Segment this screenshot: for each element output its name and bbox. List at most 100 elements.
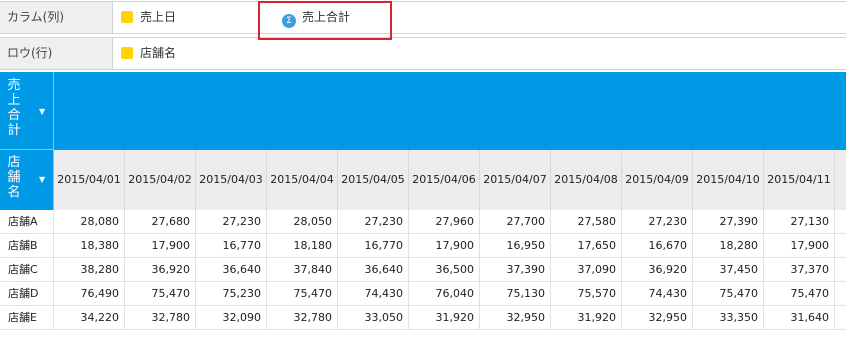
measure-header-label: 売上合計 — [7, 78, 21, 138]
value-cell: 37,370 — [764, 258, 835, 281]
value-cell: 27,680 — [125, 210, 196, 233]
value-cell: 27,390 — [693, 210, 764, 233]
value-cell: 28,050 — [267, 210, 338, 233]
value-cell: 27,580 — [551, 210, 622, 233]
cross-table: 売上合計 ▼ 店舗名 ▼ 2015/04/01 2015/04/02 2015/… — [0, 72, 846, 349]
value-cell: 17,900 — [125, 234, 196, 257]
table-row: 店舗B 18,380 17,900 16,770 18,180 16,770 1… — [0, 234, 846, 258]
value-cell: 32,780 — [267, 306, 338, 329]
measure-header[interactable]: 売上合計 ▼ — [0, 72, 54, 150]
date-header[interactable]: 2015/04/08 — [551, 150, 622, 210]
table-row: 店舗C 38,280 36,920 36,640 37,840 36,640 3… — [0, 258, 846, 282]
date-header[interactable]: 2015/04/09 — [622, 150, 693, 210]
value-cell: 18,180 — [267, 234, 338, 257]
value-cell: 28,080 — [54, 210, 125, 233]
row-header[interactable]: 店舗名 ▼ — [0, 150, 54, 210]
value-cell-partial — [835, 210, 846, 233]
value-cell: 34,220 — [54, 306, 125, 329]
date-header-row: 2015/04/01 2015/04/02 2015/04/03 2015/04… — [54, 150, 846, 210]
dimension-icon — [121, 47, 133, 59]
value-cell: 27,230 — [196, 210, 267, 233]
chevron-down-icon[interactable]: ▼ — [39, 107, 45, 116]
chevron-down-icon[interactable]: ▼ — [39, 175, 45, 184]
store-name-cell: 店舗A — [0, 210, 54, 233]
value-cell: 37,390 — [480, 258, 551, 281]
date-header[interactable]: 2015/04/06 — [409, 150, 480, 210]
value-cell: 75,230 — [196, 282, 267, 305]
store-name-cell: 店舗C — [0, 258, 54, 281]
value-cell: 33,350 — [693, 306, 764, 329]
value-cell: 75,470 — [125, 282, 196, 305]
table-row: 店舗A 28,080 27,680 27,230 28,050 27,230 2… — [0, 210, 846, 234]
value-cell: 37,840 — [267, 258, 338, 281]
value-cell: 37,090 — [551, 258, 622, 281]
value-cell: 33,050 — [338, 306, 409, 329]
value-cell: 32,090 — [196, 306, 267, 329]
value-cell-partial — [835, 282, 846, 305]
value-cell: 36,920 — [622, 258, 693, 281]
value-cell: 75,570 — [551, 282, 622, 305]
table-row: 店舗D 76,490 75,470 75,230 75,470 74,430 7… — [0, 282, 846, 306]
value-cell: 36,640 — [196, 258, 267, 281]
value-cell: 75,470 — [267, 282, 338, 305]
value-cell: 38,280 — [54, 258, 125, 281]
value-cell: 16,770 — [338, 234, 409, 257]
value-cell: 27,130 — [764, 210, 835, 233]
value-cell: 31,640 — [764, 306, 835, 329]
value-cell: 16,950 — [480, 234, 551, 257]
date-header[interactable]: 2015/04/04 — [267, 150, 338, 210]
value-cell-partial — [835, 234, 846, 257]
pill-sales-date-label: 売上日 — [140, 10, 177, 24]
value-cell: 18,380 — [54, 234, 125, 257]
date-header[interactable]: 2015/04/05 — [338, 150, 409, 210]
value-cell: 27,700 — [480, 210, 551, 233]
store-name-cell: 店舗B — [0, 234, 54, 257]
value-cell: 16,770 — [196, 234, 267, 257]
value-cell-partial — [835, 306, 846, 329]
row-shelf-label: ロウ(行) — [0, 38, 113, 69]
pill-store-name-label: 店舗名 — [140, 46, 177, 60]
column-shelf: カラム(列) 売上日 Σ 売上合計 — [0, 1, 846, 34]
store-name-cell: 店舗D — [0, 282, 54, 305]
pill-store-name[interactable]: 店舗名 — [121, 38, 176, 69]
measure-header-band — [0, 72, 846, 150]
value-cell: 75,470 — [693, 282, 764, 305]
row-header-label: 店舗名 — [7, 155, 21, 200]
value-cell: 32,950 — [480, 306, 551, 329]
date-header[interactable]: 2015/04/11 — [764, 150, 835, 210]
row-shelf: ロウ(行) 店舗名 — [0, 37, 846, 70]
store-name-cell: 店舗E — [0, 306, 54, 329]
dimension-icon — [121, 11, 133, 23]
table-row: 店舗E 34,220 32,780 32,090 32,780 33,050 3… — [0, 306, 846, 330]
date-header[interactable]: 2015/04/02 — [125, 150, 196, 210]
column-shelf-label: カラム(列) — [0, 2, 113, 33]
value-cell: 17,900 — [764, 234, 835, 257]
value-cell: 37,450 — [693, 258, 764, 281]
value-cell: 18,280 — [693, 234, 764, 257]
value-cell: 75,470 — [764, 282, 835, 305]
value-cell: 75,130 — [480, 282, 551, 305]
date-header[interactable]: 2015/04/07 — [480, 150, 551, 210]
date-header-partial — [835, 150, 846, 210]
value-cell: 36,640 — [338, 258, 409, 281]
date-header[interactable]: 2015/04/03 — [196, 150, 267, 210]
pill-sales-total-label: 売上合計 — [302, 10, 351, 24]
value-cell: 17,650 — [551, 234, 622, 257]
date-header[interactable]: 2015/04/10 — [693, 150, 764, 210]
value-cell: 17,900 — [409, 234, 480, 257]
value-cell: 36,920 — [125, 258, 196, 281]
value-cell: 27,960 — [409, 210, 480, 233]
value-cell: 27,230 — [338, 210, 409, 233]
value-cell: 16,670 — [622, 234, 693, 257]
value-cell: 32,780 — [125, 306, 196, 329]
value-cell: 76,490 — [54, 282, 125, 305]
value-cell: 31,920 — [409, 306, 480, 329]
value-cell: 74,430 — [338, 282, 409, 305]
pill-sales-date[interactable]: 売上日 — [121, 2, 176, 33]
date-header[interactable]: 2015/04/01 — [54, 150, 125, 210]
value-cell: 32,950 — [622, 306, 693, 329]
pill-sales-total[interactable]: Σ 売上合計 — [282, 2, 350, 33]
value-cell: 74,430 — [622, 282, 693, 305]
value-cell: 76,040 — [409, 282, 480, 305]
value-cell: 27,230 — [622, 210, 693, 233]
